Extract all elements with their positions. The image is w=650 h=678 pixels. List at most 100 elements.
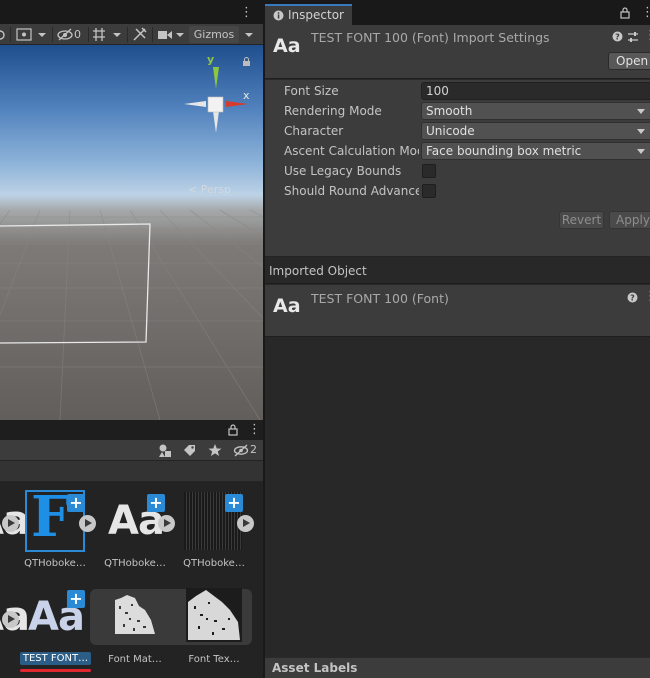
scene-tab-strip: ⋮ xyxy=(0,0,263,24)
material-thumbnail xyxy=(113,592,157,636)
list-item[interactable]: Aa + QTHoboke… xyxy=(97,482,175,572)
font-file-icon: Aa xyxy=(273,35,301,57)
header-kebab-icon[interactable]: ⋮ xyxy=(644,28,650,43)
inspector-menu-kebab-icon[interactable]: ⋮ xyxy=(641,5,650,20)
round-advance-checkbox[interactable] xyxy=(422,184,436,198)
projection-toggle[interactable]: < Persp xyxy=(188,183,231,196)
svg-text:?: ? xyxy=(630,294,635,303)
character-value: Unicode xyxy=(426,124,475,138)
character-dropdown[interactable]: Unicode xyxy=(421,122,650,140)
chevron-down-icon xyxy=(637,149,645,154)
neg-z-axis-cone xyxy=(213,111,219,133)
scene-visibility-toggle[interactable]: 0 xyxy=(56,26,86,43)
font-size-field[interactable]: 100 xyxy=(421,82,650,100)
hidden-objects-count: 0 xyxy=(74,28,81,41)
revert-button[interactable]: Revert xyxy=(559,211,604,229)
asset-label: QTHoboke… xyxy=(104,558,166,569)
legacy-bounds-checkbox[interactable] xyxy=(422,164,436,178)
favorite-star-icon[interactable] xyxy=(208,443,222,458)
gizmo-center-cube xyxy=(207,96,224,113)
lock-icon[interactable] xyxy=(228,424,238,436)
asset-label: Font Mat… xyxy=(108,654,162,665)
inspector-tab-strip: Inspector ⋮ xyxy=(265,0,650,25)
chevron-down-icon[interactable] xyxy=(35,26,49,43)
label-tag-icon[interactable] xyxy=(182,443,196,458)
canvas-rect-outline xyxy=(0,223,151,344)
font-size-label: Font Size xyxy=(284,84,339,98)
list-item[interactable]: Font Tex… xyxy=(176,578,252,668)
asset-label: TEST FONT… xyxy=(20,652,91,665)
2d-toggle-button[interactable] xyxy=(14,26,34,43)
imported-kebab-icon[interactable]: ⋮ xyxy=(644,289,650,304)
grid-snap-icon[interactable] xyxy=(90,26,108,43)
asset-labels-bar[interactable]: Asset Labels xyxy=(265,657,650,678)
expand-arrow-icon[interactable] xyxy=(79,515,96,532)
open-button[interactable]: Open xyxy=(608,52,650,70)
inspector-panel: Inspector ⋮ Aa TEST FONT 100 (Font) Impo… xyxy=(265,0,650,678)
project-browser-panel: ⋮ 2 Aa F + QTHoboke… xyxy=(0,420,263,678)
add-plus-icon[interactable]: + xyxy=(225,494,243,512)
persp-label-text: Persp xyxy=(200,183,231,196)
search-by-type-icon[interactable] xyxy=(158,443,172,458)
scene-viewport[interactable]: y x < Persp xyxy=(0,45,263,420)
ascent-calculation-dropdown[interactable]: Face bounding box metric xyxy=(421,142,650,160)
chevron-down-icon xyxy=(637,129,645,134)
apply-button[interactable]: Apply xyxy=(609,211,650,229)
round-advance-label: Should Round Advance Value xyxy=(284,184,419,198)
imported-object: Aa TEST FONT 100 (Font) ? ⋮ xyxy=(265,285,650,337)
ascent-calculation-value: Face bounding box metric xyxy=(426,144,582,158)
y-axis-cone xyxy=(213,67,219,89)
toolbar-divider xyxy=(88,27,89,42)
legacy-bounds-label: Use Legacy Bounds xyxy=(284,164,402,178)
list-item[interactable]: Font Mat… xyxy=(97,578,173,668)
asset-label: QTHoboke… xyxy=(24,558,86,569)
font-asset-f-icon: F xyxy=(31,484,71,550)
asset-labels-title: Asset Labels xyxy=(272,661,358,675)
scene-toolbar: 0 Gizmos xyxy=(0,24,263,45)
imported-object-header: Imported Object xyxy=(265,258,650,284)
list-item[interactable]: + QTHoboke… xyxy=(176,482,254,572)
help-icon[interactable]: ? xyxy=(627,292,638,303)
project-menu-kebab-icon[interactable]: ⋮ xyxy=(248,422,261,437)
draw-mode-dropdown-icon[interactable] xyxy=(0,26,6,43)
imported-object-title: TEST FONT 100 (Font) xyxy=(311,291,449,306)
hidden-packages-icon[interactable] xyxy=(233,443,249,458)
add-plus-icon[interactable]: + xyxy=(67,494,85,512)
rendering-mode-value: Smooth xyxy=(426,104,473,118)
y-axis-label: y xyxy=(207,53,215,66)
gizmos-button[interactable]: Gizmos xyxy=(189,26,239,43)
info-icon xyxy=(273,10,284,21)
asset-grid: Aa F + QTHoboke… Aa + QTHoboke… + QTHobo… xyxy=(0,482,263,678)
persp-chevron-icon: < xyxy=(188,183,198,196)
scene-view-panel: ⋮ 0 Gizmos y x < Persp xyxy=(0,0,263,420)
rendering-mode-dropdown[interactable]: Smooth xyxy=(421,102,650,120)
hidden-packages-count: 2 xyxy=(250,443,257,456)
ascent-calculation-label: Ascent Calculation Mode xyxy=(284,144,419,158)
lock-icon[interactable] xyxy=(620,7,630,19)
chevron-down-icon[interactable] xyxy=(241,26,257,43)
project-toolbar: 2 xyxy=(0,440,263,461)
tab-inspector[interactable]: Inspector xyxy=(265,4,352,25)
list-item-selected[interactable]: Aa + TEST FONT… xyxy=(17,578,93,672)
imported-object-label: Imported Object xyxy=(269,264,367,278)
asset-label: Font Tex… xyxy=(188,654,240,665)
toolbar-divider xyxy=(52,27,53,42)
add-plus-icon[interactable]: + xyxy=(67,590,85,608)
preset-sliders-icon[interactable] xyxy=(627,31,639,43)
list-item[interactable]: F + QTHoboke… xyxy=(17,482,96,572)
scene-menu-kebab-icon[interactable]: ⋮ xyxy=(240,5,253,20)
chevron-down-icon[interactable] xyxy=(173,26,187,43)
selection-underline xyxy=(20,669,91,672)
tab-inspector-label: Inspector xyxy=(288,8,344,22)
chevron-down-icon[interactable] xyxy=(110,26,124,43)
camera-icon[interactable] xyxy=(156,26,174,43)
expand-arrow-icon[interactable] xyxy=(237,515,254,532)
add-plus-icon[interactable]: + xyxy=(147,494,165,512)
tools-icon[interactable] xyxy=(131,26,149,43)
expand-arrow-icon[interactable] xyxy=(158,515,175,532)
toolbar-divider xyxy=(127,27,128,42)
breadcrumb xyxy=(0,461,263,482)
help-icon[interactable]: ? xyxy=(612,31,623,42)
rendering-mode-label: Rendering Mode xyxy=(284,104,382,118)
svg-text:?: ? xyxy=(615,33,620,42)
